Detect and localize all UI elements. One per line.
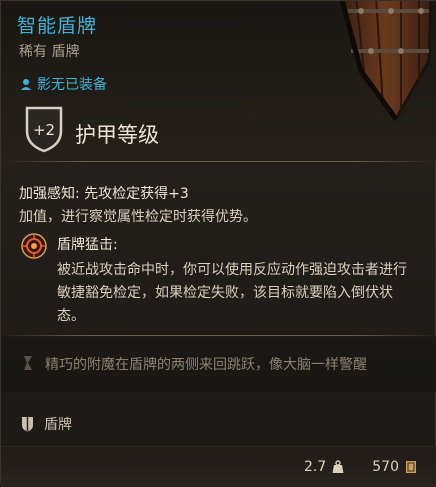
feature-line: 加强感知: 先攻检定获得+3 bbox=[19, 183, 189, 203]
weight-value: 2.7 bbox=[304, 459, 327, 475]
tooltip-header: 智能盾牌 稀有 盾牌 影无已装备 +2 护甲等级 bbox=[1, 1, 436, 161]
shield-artwork bbox=[301, 1, 436, 126]
armor-class-badge: +2 bbox=[23, 105, 65, 153]
shield-icon bbox=[22, 417, 33, 432]
character-icon bbox=[21, 79, 31, 90]
weight-icon bbox=[332, 460, 344, 473]
item-rarity-type: 稀有 盾牌 bbox=[19, 44, 80, 60]
flavor-text: 精巧的附魔在盾牌的两侧来回跳跃，像大脑一样警醒 bbox=[45, 357, 367, 373]
ability-description: 被近战攻击命中时，你可以使用反应动作强迫攻击者进行敏捷豁免检定，如果检定失败，该… bbox=[57, 262, 407, 324]
divider bbox=[1, 335, 436, 336]
item-tooltip: 智能盾牌 稀有 盾牌 影无已装备 +2 护甲等级 加强感知: 先攻检定获得+3 … bbox=[0, 0, 436, 487]
flavor-section: 精巧的附魔在盾牌的两侧来回跳跃，像大脑一样警醒 bbox=[1, 337, 436, 392]
equipped-status: 影无已装备 bbox=[19, 74, 107, 94]
armor-bonus: +2 bbox=[33, 121, 55, 139]
tooltip-footer: 2.7 570 bbox=[1, 446, 436, 487]
shield-bash-icon bbox=[20, 232, 48, 260]
feature-name: 加强感知: bbox=[19, 186, 80, 202]
gold-coin-icon bbox=[406, 461, 416, 473]
item-category: 盾牌 bbox=[21, 414, 72, 434]
equipped-label: 影无已装备 bbox=[37, 77, 107, 93]
feature-description: 加值，进行察觉属性检定时获得优势。 bbox=[19, 209, 257, 225]
gold-value: 570 bbox=[372, 459, 399, 475]
quill-icon bbox=[24, 356, 32, 370]
divider bbox=[1, 161, 436, 162]
item-name: 智能盾牌 bbox=[17, 15, 98, 37]
category-label: 盾牌 bbox=[44, 417, 72, 433]
ability-name: 盾牌猛击: bbox=[57, 237, 118, 253]
feature-summary: 先攻检定获得+3 bbox=[79, 186, 189, 202]
item-stats: 2.7 570 bbox=[304, 459, 417, 475]
armor-class-label: 护甲等级 bbox=[75, 123, 159, 147]
